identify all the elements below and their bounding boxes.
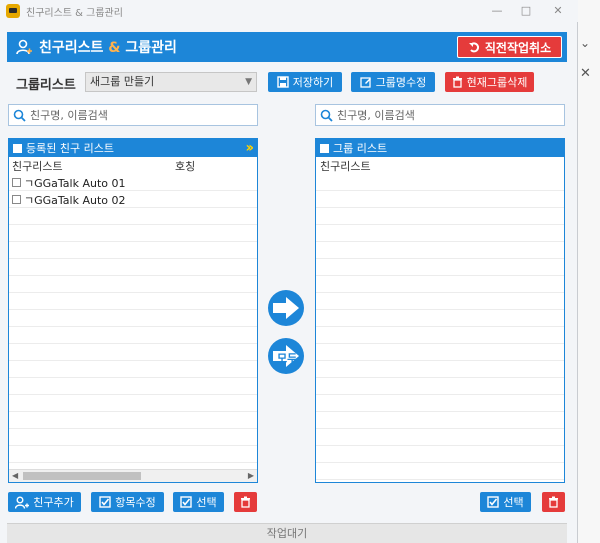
add-user-icon: [15, 496, 30, 509]
close-icon[interactable]: ✕: [550, 3, 566, 19]
status-bar: 작업대기: [7, 523, 567, 543]
rename-label: 그룹명수정: [375, 76, 427, 89]
friend-name: ㄱGGaTalk Auto 02: [24, 193, 126, 207]
horizontal-scrollbar[interactable]: ◀ ▶: [9, 469, 257, 482]
delete-member-button[interactable]: [542, 492, 565, 512]
friends-list: ㄱGGaTalk Auto 01 ㄱGGaTalk Auto 02: [9, 174, 257, 469]
save-button[interactable]: 저장하기: [268, 72, 342, 92]
select-label-left: 선택: [196, 496, 217, 509]
friend-search-right[interactable]: [315, 104, 565, 126]
title-amp: &: [103, 40, 126, 56]
undo-icon: [468, 41, 479, 52]
select-all-friends-checkbox[interactable]: [13, 143, 22, 153]
scrollbar-thumb[interactable]: [23, 472, 141, 480]
checkbox-checked-icon: [487, 496, 500, 508]
edit-items-label: 항목수정: [115, 496, 156, 509]
trash-icon: [241, 496, 250, 508]
group-list-title: 그룹 리스트: [333, 142, 388, 155]
checkbox-checked-icon: [99, 496, 111, 508]
background-window-edge: ⌄ ✕: [578, 0, 600, 543]
column-nickname[interactable]: 호칭: [175, 158, 195, 174]
window-title: 친구리스트 & 그룹관리: [26, 7, 123, 19]
trash-icon: [452, 76, 462, 88]
undo-label: 직전작업취소: [484, 40, 552, 55]
move-all-button[interactable]: 모두: [268, 338, 304, 374]
title-bar: 친구리스트 & 그룹관리 — □ ✕: [0, 0, 578, 22]
group-list-panel: 그룹 리스트 친구리스트: [315, 138, 565, 483]
chevron-down-icon: ⌄: [580, 36, 591, 50]
maximize-icon[interactable]: □: [518, 3, 534, 19]
person-icon: [16, 39, 32, 55]
select-all-group-checkbox[interactable]: [320, 143, 329, 153]
minimize-icon[interactable]: —: [489, 3, 505, 19]
add-friend-button[interactable]: 친구추가: [8, 492, 81, 512]
undo-button[interactable]: 직전작업취소: [457, 36, 562, 58]
rename-group-button[interactable]: 그룹명수정: [351, 72, 435, 92]
add-friend-label: 친구추가: [33, 496, 74, 509]
list-item[interactable]: ㄱGGaTalk Auto 02: [9, 191, 257, 208]
friend-name: ㄱGGaTalk Auto 01: [24, 176, 126, 190]
select-button-left[interactable]: 선택: [173, 492, 224, 512]
group-column-header: 친구리스트: [316, 157, 564, 174]
group-list-label: 그룹리스트: [16, 78, 76, 93]
main-window: 친구리스트 & 그룹관리 — □ ✕ 친구리스트 & 그룹관리 직전작업취소 그…: [0, 0, 578, 543]
edit-items-button[interactable]: 항목수정: [91, 492, 164, 512]
checkbox-checked-icon: [180, 496, 193, 508]
title-group: 그룹관리: [125, 40, 177, 56]
group-select-value: 새그룹 만들기: [90, 75, 155, 88]
list-item[interactable]: ㄱGGaTalk Auto 01: [9, 174, 257, 191]
scroll-right-icon[interactable]: ▶: [248, 471, 254, 480]
group-list-header: 그룹 리스트: [316, 139, 564, 157]
group-members-list: [316, 174, 564, 482]
move-all-label: 모두: [277, 352, 298, 365]
edit-icon: [360, 77, 371, 88]
row-checkbox[interactable]: [12, 178, 21, 187]
search-icon: [320, 109, 333, 122]
column-friend-list[interactable]: 친구리스트: [9, 158, 175, 174]
save-icon: [277, 76, 289, 88]
friends-column-header: 친구리스트 호칭: [9, 157, 257, 174]
header-bar: 친구리스트 & 그룹관리 직전작업취소: [7, 32, 567, 62]
chevron-down-icon: ▼: [245, 77, 252, 87]
title-friends: 친구리스트: [39, 40, 104, 56]
delete-friend-button[interactable]: [234, 492, 257, 512]
save-label: 저장하기: [292, 76, 334, 89]
search-input-right[interactable]: [337, 108, 537, 122]
page-title: 친구리스트 & 그룹관리: [39, 37, 177, 57]
app-logo-icon: [6, 4, 20, 18]
trash-icon: [549, 496, 558, 508]
close-icon: ✕: [580, 66, 591, 81]
registered-friends-header: 등록된 친구 리스트 ››: [9, 139, 257, 157]
column-friend-list[interactable]: 친구리스트: [316, 158, 371, 174]
select-label-right: 선택: [503, 496, 524, 509]
arrow-right-icon: [273, 297, 299, 319]
double-chevron-right-icon[interactable]: ››: [245, 140, 253, 156]
move-selected-button[interactable]: [268, 290, 304, 326]
row-checkbox[interactable]: [12, 195, 21, 204]
search-icon: [13, 109, 26, 122]
friend-search-left[interactable]: [8, 104, 258, 126]
delete-group-button[interactable]: 현재그룹삭제: [445, 72, 534, 92]
search-input-left[interactable]: [30, 108, 230, 122]
group-select[interactable]: 새그룹 만들기 ▼: [85, 72, 257, 92]
registered-friends-panel: 등록된 친구 리스트 ›› 친구리스트 호칭 ㄱGGaTalk Auto 01 …: [8, 138, 258, 483]
registered-friends-title: 등록된 친구 리스트: [26, 142, 114, 155]
delete-group-label: 현재그룹삭제: [466, 76, 528, 89]
select-button-right[interactable]: 선택: [480, 492, 531, 512]
scroll-left-icon[interactable]: ◀: [12, 471, 18, 480]
